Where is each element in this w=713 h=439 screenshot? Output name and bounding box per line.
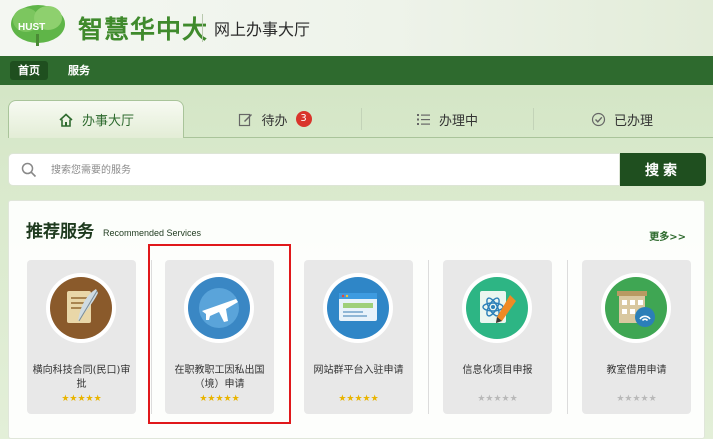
main-nav: 首页 服务 (0, 56, 713, 85)
web-window-icon (327, 277, 389, 339)
tab-underline (184, 137, 713, 138)
tab-todo[interactable]: 待办 3 (190, 100, 360, 138)
tab-label: 办事大厅 (81, 114, 134, 129)
search-box (8, 153, 620, 186)
recommended-panel: 推荐服务 Recommended Services 更多>> 横向科技合同(民口… (8, 200, 705, 439)
card-icon-wrap (323, 273, 393, 343)
highlight-box (148, 244, 291, 424)
nav-home[interactable]: 首页 (10, 61, 48, 80)
service-card-classroom-booking[interactable]: 教室借用申请 ★★★★★ (582, 260, 691, 414)
atom-pencil-icon (466, 277, 528, 339)
tab-label: 办理中 (438, 113, 478, 129)
list-icon (416, 113, 430, 125)
search-button[interactable]: 搜索 (620, 153, 706, 186)
header-subtitle: 网上办事大厅 (214, 20, 311, 39)
panel-subtitle: Recommended Services (103, 228, 202, 238)
card-label: 横向科技合同(民口)审批 (32, 365, 131, 390)
building-wifi-icon (605, 277, 667, 339)
home-icon (59, 112, 73, 127)
tab-label: 已办理 (613, 113, 653, 129)
service-card-it-project[interactable]: 信息化项目申报 ★★★★★ (443, 260, 552, 414)
card-label: 教室借用申请 (606, 365, 667, 376)
svg-text:HUST: HUST (18, 22, 45, 33)
nav-service[interactable]: 服务 (60, 61, 98, 80)
header: HUST 智慧华中大 网上办事大厅 (0, 0, 713, 56)
card-label: 网站群平台入驻申请 (313, 365, 404, 376)
rating-stars: ★★★★★ (61, 394, 102, 404)
service-card-tech-contract[interactable]: 横向科技合同(民口)审批 ★★★★★ (27, 260, 136, 414)
tab-bar: 办事大厅 待办 3 办理中 已办理 (0, 100, 713, 138)
todo-count-badge: 3 (295, 111, 312, 127)
rating-stars: ★★★★★ (616, 394, 657, 404)
edit-icon (239, 113, 253, 126)
tab-label: 待办 (261, 113, 288, 129)
card-icon-wrap (462, 273, 532, 343)
card-label: 信息化项目申报 (462, 365, 533, 376)
tab-done[interactable]: 已办理 (534, 100, 710, 138)
rating-stars: ★★★★★ (338, 394, 379, 404)
service-card-website-platform[interactable]: 网站群平台入驻申请 ★★★★★ (304, 260, 413, 414)
contract-quill-icon (50, 277, 112, 339)
brand-name: 智慧华中大 (78, 15, 209, 44)
card-divider (428, 260, 429, 414)
rating-stars: ★★★★★ (477, 394, 518, 404)
search-icon (21, 162, 37, 178)
tab-service-hall[interactable]: 办事大厅 (8, 100, 184, 138)
logo-icon: HUST (11, 5, 65, 46)
card-divider (567, 260, 568, 414)
search-input[interactable] (51, 160, 611, 180)
tab-in-progress[interactable]: 办理中 (362, 100, 532, 138)
header-divider (202, 14, 203, 42)
more-link[interactable]: 更多>> (649, 228, 686, 243)
panel-title: 推荐服务 (26, 222, 94, 242)
card-icon-wrap (46, 273, 116, 343)
card-icon-wrap (601, 273, 671, 343)
check-circle-icon (591, 112, 606, 126)
